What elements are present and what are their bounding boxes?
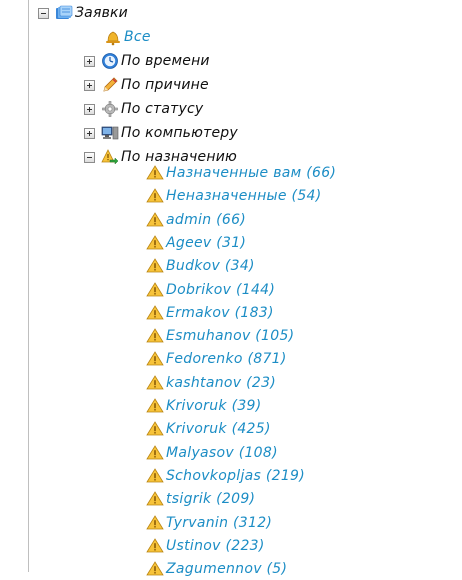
assignee-item[interactable]: kashtanov (23) — [146, 372, 276, 394]
tree-node-by-status[interactable]: По статусу — [84, 98, 203, 120]
assignee-item[interactable]: Malyasov (108) — [146, 442, 278, 464]
assignee-item[interactable]: Zagumennov (5) — [146, 558, 287, 580]
assignee-item[interactable]: tsigrik (209) — [146, 488, 255, 510]
assignee-item[interactable]: Krivoruk (425) — [146, 418, 271, 440]
warning-icon — [146, 187, 164, 205]
assignee-item[interactable]: Krivoruk (39) — [146, 395, 262, 417]
bell-icon — [104, 28, 122, 46]
collapse-toggle-icon[interactable] — [84, 151, 95, 163]
tree-node-by-reason[interactable]: По причине — [84, 74, 209, 96]
pencil-icon — [101, 76, 119, 94]
warning-icon — [146, 281, 164, 299]
assignee-item[interactable]: admin (66) — [146, 209, 246, 231]
assignee-label: Fedorenko (871) — [166, 351, 287, 368]
assignee-item[interactable]: Fedorenko (871) — [146, 348, 287, 370]
assignee-item[interactable]: Tyrvanin (312) — [146, 512, 272, 534]
computer-icon — [101, 124, 119, 142]
warning-icon — [146, 374, 164, 392]
warning-icon — [146, 537, 164, 555]
assignee-item[interactable]: Ermakov (183) — [146, 302, 274, 324]
expand-toggle-icon[interactable] — [84, 103, 95, 115]
assignee-item[interactable]: Budkov (34) — [146, 255, 255, 277]
expand-toggle-icon[interactable] — [84, 127, 95, 139]
assignee-label: admin (66) — [166, 211, 247, 228]
assignee-label: Ustinov (223) — [166, 537, 265, 554]
tree-node-label: По компьютеру — [121, 125, 238, 141]
assignee-label: Ermakov (183) — [166, 304, 274, 321]
assignee-label: Malyasov (108) — [166, 444, 278, 461]
assignee-item[interactable]: Неназначенные (54) — [146, 185, 322, 207]
assignee-label: Schovkopljas (219) — [166, 467, 306, 484]
assignee-item[interactable]: Ustinov (223) — [146, 535, 265, 557]
tree-node-label: Заявки — [75, 5, 128, 21]
warning-icon — [146, 211, 164, 229]
assignee-label: Неназначенные (54) — [166, 188, 322, 205]
assignee-item[interactable]: Dobrikov (144) — [146, 279, 275, 301]
tree-node-label: Все — [124, 29, 151, 45]
assignee-item[interactable]: Esmuhanov (105) — [146, 325, 294, 347]
warning-icon — [146, 257, 164, 275]
tree-node-root[interactable]: Заявки — [38, 2, 128, 24]
assignee-label: Krivoruk (425) — [166, 421, 271, 438]
warning-icon — [146, 327, 164, 345]
collapse-toggle-icon[interactable] — [38, 7, 49, 19]
folder-cards-icon — [55, 4, 73, 22]
assignee-item[interactable]: Schovkopljas (219) — [146, 465, 305, 487]
gear-icon — [101, 100, 119, 118]
warning-icon — [146, 560, 164, 578]
tree-node-by-computer[interactable]: По компьютеру — [84, 122, 238, 144]
warning-icon — [146, 304, 164, 322]
warning-arrow-icon — [101, 148, 119, 166]
assignee-item[interactable]: Ageev (31) — [146, 232, 246, 254]
assignee-label: tsigrik (209) — [166, 491, 256, 508]
requests-tree: Заявки Все По времени По причине По стат… — [0, 0, 462, 577]
warning-icon — [146, 234, 164, 252]
tree-node-label: По причине — [121, 77, 209, 93]
assignee-label: Назначенные вам (66) — [166, 165, 337, 181]
expand-toggle-icon[interactable] — [84, 55, 95, 67]
assignee-label: Ageev (31) — [166, 234, 247, 251]
warning-icon — [146, 444, 164, 462]
warning-icon — [146, 420, 164, 438]
warning-icon — [146, 514, 164, 532]
tree-node-all[interactable]: Все — [104, 26, 151, 48]
warning-icon — [146, 350, 164, 368]
tree-node-label: По времени — [121, 53, 210, 69]
assignee-label: Esmuhanov (105) — [166, 328, 295, 345]
assignee-item[interactable]: Назначенные вам (66) — [146, 162, 336, 184]
assignee-label: Tyrvanin (312) — [166, 514, 273, 531]
assignee-label: Dobrikov (144) — [166, 281, 276, 298]
warning-icon — [146, 397, 164, 415]
assignee-label: Budkov (34) — [166, 258, 255, 275]
tree-node-label: По статусу — [121, 101, 204, 117]
warning-icon — [146, 164, 164, 182]
tree-node-by-time[interactable]: По времени — [84, 50, 210, 72]
warning-icon — [146, 467, 164, 485]
assignee-label: Zagumennov (5) — [166, 561, 288, 578]
tree-border — [28, 0, 29, 572]
clock-icon — [101, 52, 119, 70]
assignee-label: Krivoruk (39) — [166, 398, 262, 414]
expand-toggle-icon[interactable] — [84, 79, 95, 91]
assignee-label: kashtanov (23) — [166, 374, 277, 391]
warning-icon — [146, 490, 164, 508]
